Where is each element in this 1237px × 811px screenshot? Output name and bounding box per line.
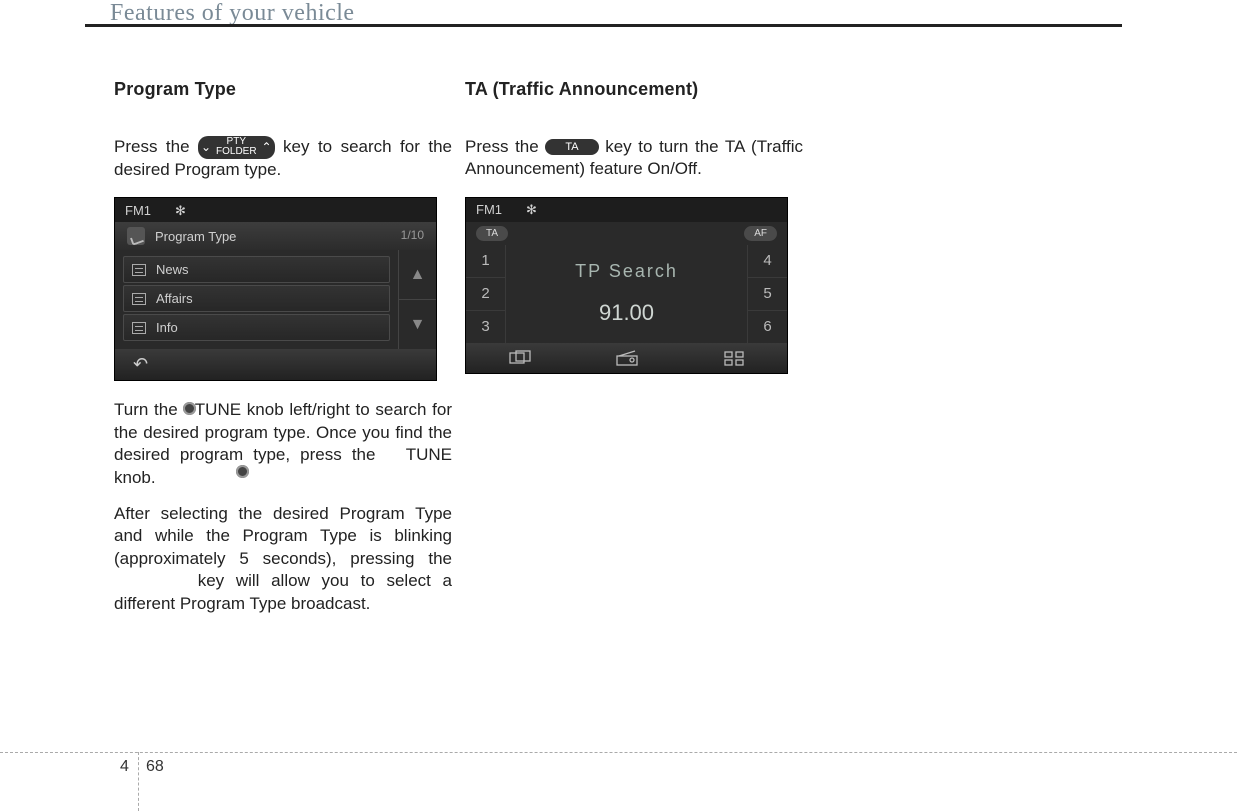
list-item[interactable]: Affairs: [123, 285, 390, 312]
preset-button[interactable]: 4: [748, 245, 787, 278]
preset-button[interactable]: 6: [748, 311, 787, 343]
footer-rule: [0, 752, 1237, 753]
screenshot-program-type: FM1 ✻ Program Type 1/10 News Affairs Inf…: [114, 197, 437, 381]
key-ta: TA: [545, 139, 598, 155]
list-item-label: Affairs: [156, 290, 193, 307]
shot2-body: 1 2 3 TP Search 91.00 4 5 6: [466, 245, 787, 343]
list-icon: [132, 322, 146, 334]
header-rule: [85, 24, 1122, 27]
radio-icon[interactable]: [616, 350, 638, 366]
badge-ta: TA: [476, 226, 508, 241]
shot2-badges: TA AF: [466, 222, 787, 245]
chevron-up-icon: ⌃: [262, 142, 272, 152]
tune-knob-icon: [236, 465, 249, 478]
category-icon: [127, 227, 145, 245]
shot1-scroll: ▲ ▼: [398, 250, 436, 349]
badge-af: AF: [744, 226, 777, 241]
key-pty-folder: ⌄ PTY FOLDER ⌃: [198, 136, 275, 159]
shot1-topbar: FM1 ✻: [115, 198, 436, 222]
shot1-subtitle: Program Type: [155, 228, 236, 245]
list-item-label: News: [156, 261, 189, 278]
shot1-bottombar: ↶: [115, 349, 436, 380]
frequency: 91.00: [599, 298, 654, 327]
shot2-band: FM1: [476, 201, 502, 218]
column-ta: TA (Traffic Announcement) Press the TA k…: [465, 78, 803, 392]
ta-p1-a: Press the: [465, 137, 545, 156]
ta-paragraph-1: Press the TA key to turn the TA (Traffic…: [465, 136, 803, 181]
ptp2: Turn the TUNE knob left/right to search …: [114, 400, 452, 486]
back-icon[interactable]: ↶: [133, 353, 148, 377]
bluetooth-icon: ✻: [175, 202, 186, 219]
preset-button[interactable]: 3: [466, 311, 505, 343]
footer-page: 68: [146, 758, 164, 776]
heading-program-type: Program Type: [114, 78, 452, 102]
list-icon: [132, 264, 146, 276]
pt-p3-b: key will allow you to select a different…: [114, 571, 452, 612]
screenshot-ta: FM1 ✻ TA AF 1 2 3 TP Search 91.00 4: [465, 197, 788, 374]
shot1-subhead: Program Type 1/10: [115, 222, 436, 250]
pt-paragraph-2: Turn the TUNE knob left/right to search …: [114, 399, 452, 489]
tp-search-label: TP Search: [575, 260, 678, 284]
list-item[interactable]: News: [123, 256, 390, 283]
running-head: Features of your vehicle: [110, 0, 355, 27]
key-pty-bottom: FOLDER: [216, 147, 257, 157]
list-icon: [132, 293, 146, 305]
preset-button[interactable]: 2: [466, 278, 505, 311]
pt-paragraph-3: After selecting the desired Program Type…: [114, 503, 452, 615]
presets-right: 4 5 6: [747, 245, 787, 343]
shot1-count: 1/10: [401, 228, 424, 244]
pt-p3-a: After selecting the desired Program Type…: [114, 504, 452, 568]
shot2-center: TP Search 91.00: [506, 245, 747, 343]
list-item[interactable]: Info: [123, 314, 390, 341]
shot2-topbar: FM1 ✻: [466, 198, 787, 222]
list-item-label: Info: [156, 319, 178, 336]
heading-ta: TA (Traffic Announcement): [465, 78, 803, 102]
chevron-down-icon: ⌄: [201, 142, 211, 152]
shot2-bottombar: [466, 343, 787, 373]
preset-button[interactable]: 1: [466, 245, 505, 278]
pt-p1-a: Press the: [114, 137, 198, 156]
menu-icon[interactable]: [723, 350, 745, 366]
scroll-down-button[interactable]: ▼: [399, 300, 436, 349]
shot1-listwrap: News Affairs Info ▲ ▼: [115, 250, 436, 349]
column-program-type: Program Type Press the ⌄ PTY FOLDER ⌃ ke…: [114, 78, 452, 615]
footer-chapter: 4: [120, 758, 129, 776]
shot1-band: FM1: [125, 202, 151, 219]
bluetooth-icon: ✻: [526, 201, 537, 218]
shot1-list: News Affairs Info: [115, 250, 398, 349]
footer-vertical-rule: [138, 752, 139, 811]
pt-paragraph-1: Press the ⌄ PTY FOLDER ⌃ key to search f…: [114, 136, 452, 181]
scroll-up-button[interactable]: ▲: [399, 250, 436, 300]
mode-icon[interactable]: [509, 350, 531, 366]
preset-button[interactable]: 5: [748, 278, 787, 311]
presets-left: 1 2 3: [466, 245, 506, 343]
